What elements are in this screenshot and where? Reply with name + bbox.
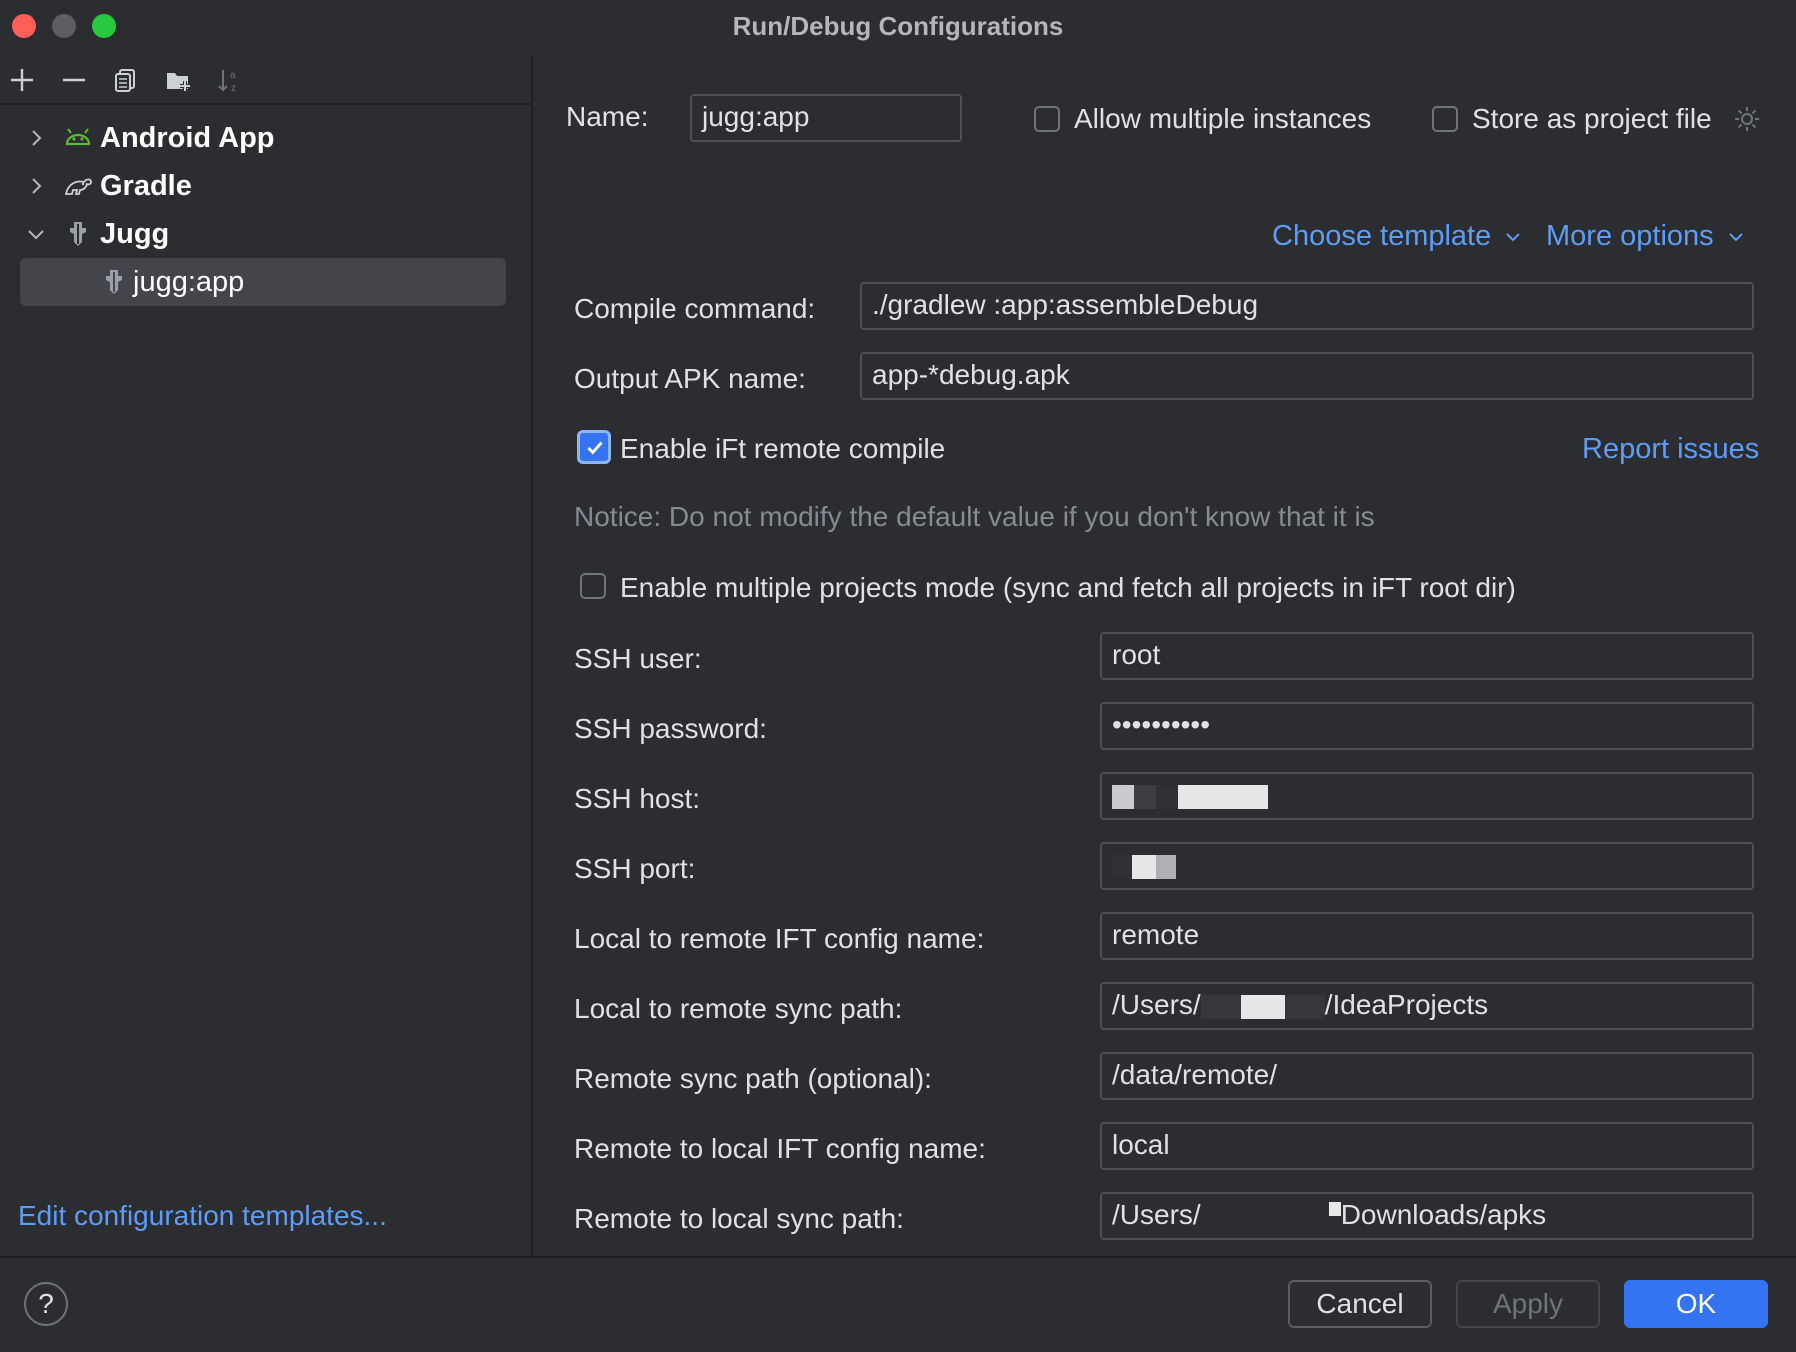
android-icon	[62, 122, 94, 154]
output-apk-label: Output APK name:	[574, 363, 806, 394]
multi-project-checkbox[interactable]	[580, 573, 606, 599]
ssh-port-label: SSH port:	[574, 853, 696, 884]
ssh-password-label: SSH password:	[574, 713, 767, 744]
chevron-right-icon[interactable]	[24, 126, 48, 150]
r2l-config-label: Remote to local IFT config name:	[574, 1133, 986, 1164]
tree-item-label: Android App	[100, 121, 275, 154]
store-project-label[interactable]: Store as project file	[1472, 103, 1712, 135]
output-apk-input[interactable]: app-*debug.apk	[860, 352, 1754, 400]
title-bar: Run/Debug Configurations	[0, 0, 1796, 52]
tree-item-gradle[interactable]: Gradle	[0, 162, 532, 210]
sort-icon[interactable]: az	[212, 62, 248, 98]
ok-button[interactable]: OK	[1624, 1280, 1768, 1328]
gear-icon[interactable]	[1732, 104, 1762, 134]
chevron-right-icon[interactable]	[24, 174, 48, 198]
redacted-block	[1112, 854, 1132, 879]
name-label: Name:	[566, 101, 649, 132]
ssh-host-label: SSH host:	[574, 783, 701, 814]
apply-button[interactable]: Apply	[1456, 1280, 1600, 1328]
redacted-block	[1156, 854, 1176, 879]
tree-item-jugg[interactable]: Jugg	[0, 210, 532, 258]
l2r-config-input[interactable]: remote	[1100, 912, 1754, 960]
bottom-divider	[0, 1256, 1796, 1258]
chevron-down-icon	[1729, 233, 1743, 242]
ssh-user-label: SSH user:	[574, 643, 702, 674]
jugg-icon	[62, 218, 94, 250]
redacted-block	[1132, 854, 1156, 879]
window-title: Run/Debug Configurations	[732, 11, 1064, 41]
more-options-label: More options	[1546, 220, 1714, 252]
l2r-path-input[interactable]: /Users/ /IdeaProjects	[1100, 982, 1754, 1030]
path-suffix: Downloads/apks	[1340, 1199, 1547, 1230]
r2l-config-input[interactable]: local	[1100, 1122, 1754, 1170]
multi-project-label[interactable]: Enable multiple projects mode (sync and …	[620, 572, 1516, 604]
l2r-config-label: Local to remote IFT config name:	[574, 923, 985, 954]
enable-remote-checkbox[interactable]	[577, 430, 611, 464]
more-options-link[interactable]: More options	[1546, 220, 1746, 253]
panel-divider	[531, 56, 533, 1256]
help-button[interactable]: ?	[24, 1282, 68, 1326]
chevron-down-icon	[1506, 233, 1521, 242]
redacted-block	[1178, 784, 1268, 809]
choose-template-label: Choose template	[1272, 220, 1492, 252]
run-debug-dialog: Run/Debug Configurations az Android App …	[0, 0, 1796, 1352]
jugg-icon	[98, 266, 130, 298]
toolbar-divider	[0, 103, 532, 105]
redacted-block	[1240, 994, 1285, 1019]
redacted-block	[1156, 784, 1178, 809]
redacted-block	[1134, 784, 1156, 809]
edit-templates-link[interactable]: Edit configuration templates...	[18, 1200, 387, 1232]
l2r-path-label: Local to remote sync path:	[574, 993, 903, 1024]
new-folder-icon[interactable]	[160, 62, 196, 98]
store-project-checkbox[interactable]	[1432, 106, 1458, 132]
tree-item-label: Jugg	[100, 217, 170, 250]
add-icon[interactable]	[4, 62, 40, 98]
chevron-down-icon[interactable]	[24, 222, 48, 246]
enable-remote-label[interactable]: Enable iFt remote compile	[620, 433, 945, 465]
redacted-block	[1200, 1204, 1329, 1229]
tree-item-label: jugg:app	[133, 265, 245, 298]
ssh-port-input[interactable]	[1100, 842, 1754, 890]
path-prefix: /Users/	[1112, 989, 1201, 1020]
redacted-block	[1112, 784, 1134, 809]
redacted-block	[1284, 994, 1325, 1019]
choose-template-link[interactable]: Choose template	[1272, 220, 1523, 253]
redacted-block	[1328, 1202, 1341, 1216]
remove-icon[interactable]	[56, 62, 92, 98]
copy-icon[interactable]	[108, 62, 144, 98]
ssh-user-input[interactable]: root	[1100, 632, 1754, 680]
allow-multiple-label[interactable]: Allow multiple instances	[1074, 103, 1371, 135]
r2l-path-input[interactable]: /Users/Downloads/apks	[1100, 1192, 1754, 1240]
report-issues-link[interactable]: Report issues	[1582, 433, 1759, 466]
compile-command-label: Compile command:	[574, 293, 816, 324]
ssh-password-input[interactable]: ••••••••••	[1100, 702, 1754, 750]
svg-text:z: z	[231, 83, 236, 94]
tree-item-android-app[interactable]: Android App	[0, 114, 532, 162]
remote-sync-label: Remote sync path (optional):	[574, 1063, 932, 1094]
path-prefix: /Users/	[1112, 1199, 1201, 1230]
r2l-path-label: Remote to local sync path:	[574, 1203, 904, 1234]
tree-item-jugg-app[interactable]: jugg:app	[0, 258, 532, 306]
config-tree-panel: az Android App Gradle Jugg jugg:app Edit…	[0, 56, 532, 1256]
notice-text: Notice: Do not modify the default value …	[574, 501, 1375, 532]
name-input[interactable]: jugg:app	[690, 94, 962, 142]
allow-multiple-checkbox[interactable]	[1034, 106, 1060, 132]
remote-sync-input[interactable]: /data/remote/	[1100, 1052, 1754, 1100]
tree-item-label: Gradle	[100, 169, 192, 202]
compile-command-input[interactable]: ./gradlew :app:assembleDebug	[860, 282, 1754, 330]
ssh-host-input[interactable]	[1100, 772, 1754, 820]
svg-text:a: a	[230, 70, 236, 81]
checkmark-icon	[587, 441, 603, 455]
gradle-icon	[62, 170, 94, 202]
cancel-button[interactable]: Cancel	[1288, 1280, 1432, 1328]
redacted-block	[1200, 994, 1241, 1019]
tree-toolbar: az	[0, 56, 532, 104]
path-suffix: /IdeaProjects	[1324, 989, 1489, 1020]
